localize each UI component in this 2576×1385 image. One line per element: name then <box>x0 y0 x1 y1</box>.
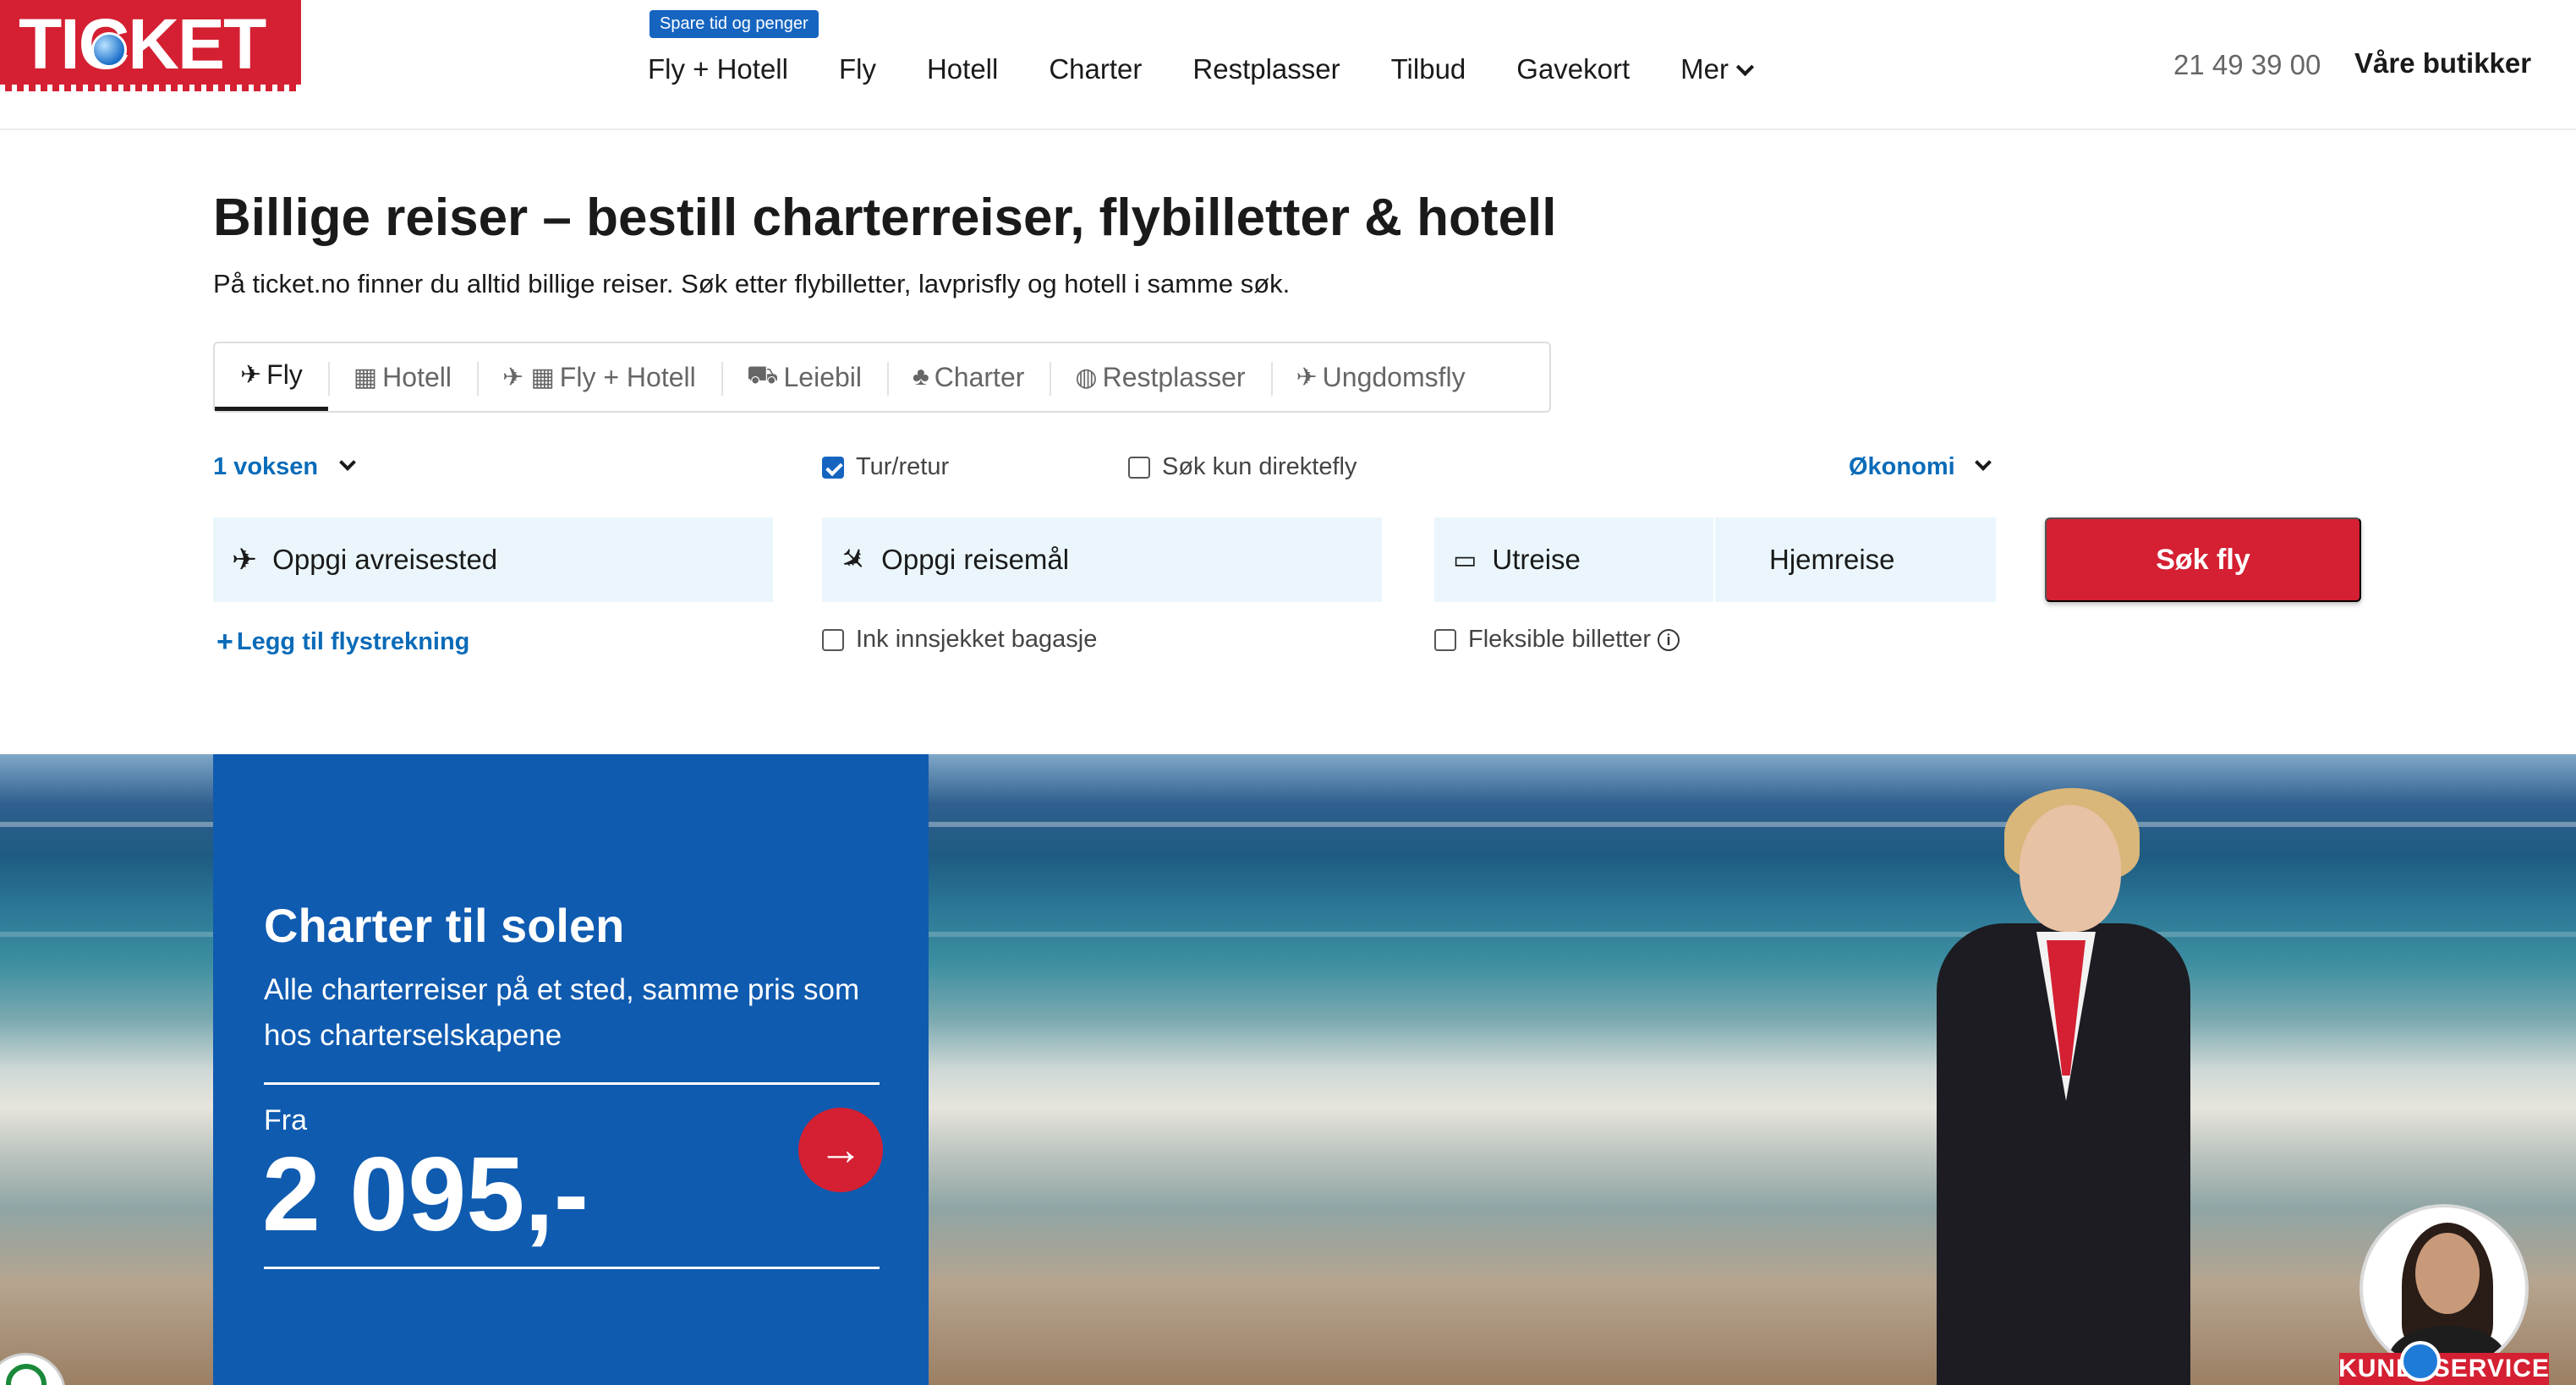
direct-only-checkbox[interactable]: Søk kun direktefly <box>1128 453 1357 481</box>
tab-ungdomsfly[interactable]: ✈ Ungdomsfly <box>1270 343 1491 411</box>
promo-badge: Spare tid og penger <box>649 10 819 38</box>
origin-input[interactable]: ✈ Oppgi avreisested <box>213 517 773 602</box>
tab-leiebil[interactable]: ⛟ Leiebil <box>721 343 887 411</box>
round-trip-checkbox[interactable]: Tur/retur <box>822 453 949 481</box>
tab-hotell[interactable]: ▦ Hotell <box>327 343 477 411</box>
divider <box>264 1082 880 1085</box>
passenger-selector[interactable]: 1 voksen <box>213 453 357 481</box>
cabin-class-selector[interactable]: Økonomi <box>1849 453 1992 481</box>
cabin-class-value: Økonomi <box>1849 453 1955 480</box>
chevron-down-icon <box>1735 57 1755 77</box>
calendar-icon: ▭ <box>1453 545 1477 574</box>
plane-icon: ✈ <box>1296 363 1318 391</box>
nav-fly-hotell[interactable]: Fly + Hotell <box>648 53 788 85</box>
destination-placeholder: Oppgi reisemål <box>881 544 1070 575</box>
checkbox-checked-icon[interactable] <box>822 456 844 479</box>
chat-icon[interactable] <box>2400 1341 2441 1382</box>
nav-gavekort[interactable]: Gavekort <box>1516 53 1630 85</box>
tab-label: Fly + Hotell <box>559 361 696 392</box>
return-date-input[interactable]: Hjemreise <box>1715 517 1996 602</box>
tab-fly-hotell[interactable]: ✈ ▦ Fly + Hotell <box>476 343 721 411</box>
nav-fly[interactable]: Fly <box>839 53 876 85</box>
site-header: TICKET Spare tid og penger Fly + Hotell … <box>0 0 2576 130</box>
checkbox-icon[interactable] <box>1434 628 1456 651</box>
nav-mer[interactable]: Mer <box>1680 53 1755 85</box>
page-subtitle: På ticket.no finner du alltid billige re… <box>213 269 1291 298</box>
flexible-tickets-checkbox[interactable]: Fleksible billetter i <box>1434 626 1680 654</box>
plane-icon: ✈ <box>240 361 262 389</box>
fire-icon: ◍ <box>1075 363 1098 391</box>
direct-only-label: Søk kun direktefly <box>1162 453 1357 480</box>
car-icon: ⛟ <box>746 361 779 389</box>
checked-bag-checkbox[interactable]: Ink innsjekket bagasje <box>822 626 1097 654</box>
tab-restplasser[interactable]: ◍ Restplasser <box>1050 343 1270 411</box>
tab-fly[interactable]: ✈ Fly <box>215 343 328 411</box>
nav-charter[interactable]: Charter <box>1049 53 1142 85</box>
tab-label: Fly <box>266 359 303 390</box>
main-nav: Fly + Hotell Fly Hotell Charter Restplas… <box>648 51 1802 88</box>
hotel-icon: ▦ <box>353 363 378 391</box>
flight-attendant-figure <box>1877 754 2233 1385</box>
nav-mer-label: Mer <box>1680 53 1729 85</box>
chevron-down-icon <box>339 453 357 471</box>
logo-globe-icon <box>91 32 127 68</box>
charter-promo-card[interactable]: Charter til solen Alle charterreiser på … <box>213 754 929 1385</box>
palm-icon: ♣ <box>913 363 929 391</box>
phone-number[interactable]: 21 49 39 00 <box>2173 49 2321 81</box>
round-trip-label: Tur/retur <box>856 453 950 480</box>
origin-placeholder: Oppgi avreisested <box>272 544 498 575</box>
flexible-label: Fleksible billetter <box>1468 626 1651 653</box>
tab-label: Charter <box>934 361 1025 392</box>
add-flight-leg-link[interactable]: + Legg til flystrekning <box>216 626 469 659</box>
add-leg-label: Legg til flystrekning <box>236 628 470 655</box>
plus-icon: + <box>216 626 233 658</box>
stores-link[interactable]: Våre butikker <box>2354 47 2531 79</box>
customer-service-label[interactable]: KUNDESERVICE <box>2338 1353 2549 1385</box>
figure-face <box>2020 805 2121 932</box>
search-flights-button[interactable]: Søk fly <box>2045 517 2361 602</box>
promo-price: 2 095,- <box>262 1136 589 1253</box>
plane-landing-icon: ✈ <box>832 538 875 581</box>
tab-label: Leiebil <box>783 361 862 392</box>
promo-from-label: Fra <box>264 1104 307 1136</box>
plane-hotel-icon: ✈ ▦ <box>501 363 555 391</box>
departure-date-input[interactable]: ▭ Utreise <box>1434 517 1713 602</box>
arrow-right-icon[interactable]: → <box>798 1108 883 1192</box>
tab-label: Restplasser <box>1102 361 1246 392</box>
checkbox-icon[interactable] <box>1128 456 1150 479</box>
page-title: Billige reiser – bestill charterreiser, … <box>213 189 1557 247</box>
checkbox-icon[interactable] <box>822 628 844 651</box>
divider <box>264 1267 880 1269</box>
promo-title: Charter til solen <box>264 899 625 952</box>
tab-label: Hotell <box>382 361 452 392</box>
info-icon[interactable]: i <box>1657 628 1680 651</box>
departure-placeholder: Utreise <box>1492 544 1581 575</box>
ticket-logo[interactable]: TICKET <box>0 0 301 91</box>
tab-label: Ungdomsfly <box>1322 361 1466 392</box>
tab-charter[interactable]: ♣ Charter <box>887 343 1050 411</box>
passenger-count: 1 voksen <box>213 453 319 480</box>
nav-restplasser[interactable]: Restplasser <box>1192 53 1340 85</box>
avatar-face <box>2415 1233 2480 1314</box>
nav-hotell[interactable]: Hotell <box>927 53 998 85</box>
search-tabs: ✈ Fly ▦ Hotell ✈ ▦ Fly + Hotell ⛟ Leiebi… <box>213 342 1551 413</box>
return-placeholder: Hjemreise <box>1769 544 1895 575</box>
customer-service-avatar[interactable] <box>2360 1204 2529 1373</box>
nav-tilbud[interactable]: Tilbud <box>1391 53 1466 85</box>
logo-text: TICKET <box>19 4 266 84</box>
chevron-down-icon <box>1974 453 1992 471</box>
plane-takeoff-icon: ✈ <box>232 542 258 577</box>
logo-perforation <box>0 85 301 91</box>
promo-description: Alle charterreiser på et sted, samme pri… <box>264 973 860 1052</box>
destination-input[interactable]: ✈ Oppgi reisemål <box>822 517 1382 602</box>
checked-bag-label: Ink innsjekket bagasje <box>856 626 1098 653</box>
